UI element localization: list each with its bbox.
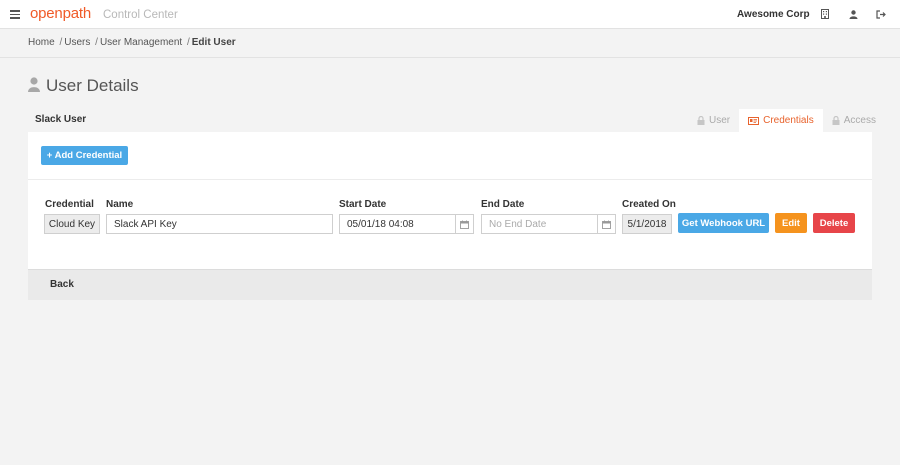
tab-credentials[interactable]: Credentials	[739, 109, 823, 132]
tab-user[interactable]: User	[688, 109, 739, 132]
building-icon[interactable]	[819, 8, 831, 20]
calendar-icon[interactable]	[455, 215, 473, 233]
credential-name-input[interactable]: Slack API Key	[106, 214, 333, 234]
breadcrumb-divider	[0, 57, 900, 58]
back-button[interactable]: Back	[50, 279, 74, 290]
start-date-value: 05/01/18 04:08	[347, 218, 414, 230]
user-tabs: User Credentials Access	[688, 109, 885, 132]
lock-icon	[832, 116, 840, 125]
tab-access-label: Access	[843, 115, 876, 126]
breadcrumb-separator: /	[59, 37, 63, 48]
calendar-icon[interactable]	[597, 215, 615, 233]
page-title: User Details	[46, 76, 139, 95]
breadcrumb-current: Edit User	[191, 37, 236, 48]
hamburger-icon[interactable]	[10, 10, 20, 19]
lock-icon	[697, 116, 705, 125]
breadcrumb-users[interactable]: Users	[64, 37, 90, 48]
user-name-label: Slack User	[35, 114, 87, 125]
breadcrumb-separator: /	[186, 37, 190, 48]
page-header: User Details	[28, 76, 139, 96]
credential-type-field: Cloud Key	[44, 214, 100, 234]
add-credential-button[interactable]: + Add Credential	[41, 146, 128, 165]
credential-name-value: Slack API Key	[114, 218, 177, 230]
column-header-end-date: End Date	[481, 199, 525, 210]
credential-type-value: Cloud Key	[48, 218, 96, 230]
panel-divider	[28, 179, 872, 180]
breadcrumb-separator: /	[95, 37, 98, 48]
end-date-placeholder: No End Date	[489, 218, 547, 230]
created-on-field: 5/1/2018	[622, 214, 672, 234]
openpath-logo[interactable]: openpath	[30, 5, 91, 22]
form-footer: Back	[28, 269, 872, 300]
user-icon[interactable]	[847, 8, 859, 20]
column-header-credential: Credential	[45, 199, 94, 210]
sign-out-icon[interactable]	[875, 8, 887, 20]
breadcrumb-user-management[interactable]: User Management	[100, 37, 182, 48]
tab-user-label: User	[709, 115, 731, 126]
end-date-input[interactable]: No End Date	[481, 214, 616, 234]
tab-credentials-label: Credentials	[763, 115, 814, 126]
breadcrumb-home[interactable]: Home	[28, 37, 55, 48]
delete-button[interactable]: Delete	[813, 213, 855, 233]
created-on-value: 5/1/2018	[627, 218, 667, 230]
column-header-start-date: Start Date	[339, 199, 387, 210]
app-title: Control Center	[103, 9, 178, 21]
credentials-panel	[28, 132, 872, 270]
top-navbar: openpath Control Center Awesome Corp	[0, 0, 900, 29]
column-header-created-on: Created On	[622, 199, 676, 210]
start-date-input[interactable]: 05/01/18 04:08	[339, 214, 474, 234]
edit-button[interactable]: Edit	[775, 213, 807, 233]
org-name[interactable]: Awesome Corp	[737, 9, 810, 20]
tab-access[interactable]: Access	[823, 109, 885, 132]
id-card-icon	[748, 116, 760, 125]
breadcrumb: Home / Users / User Management / Edit User	[28, 37, 236, 48]
user-icon	[28, 77, 40, 95]
get-webhook-url-button[interactable]: Get Webhook URL	[678, 213, 769, 233]
column-header-name: Name	[106, 199, 134, 210]
